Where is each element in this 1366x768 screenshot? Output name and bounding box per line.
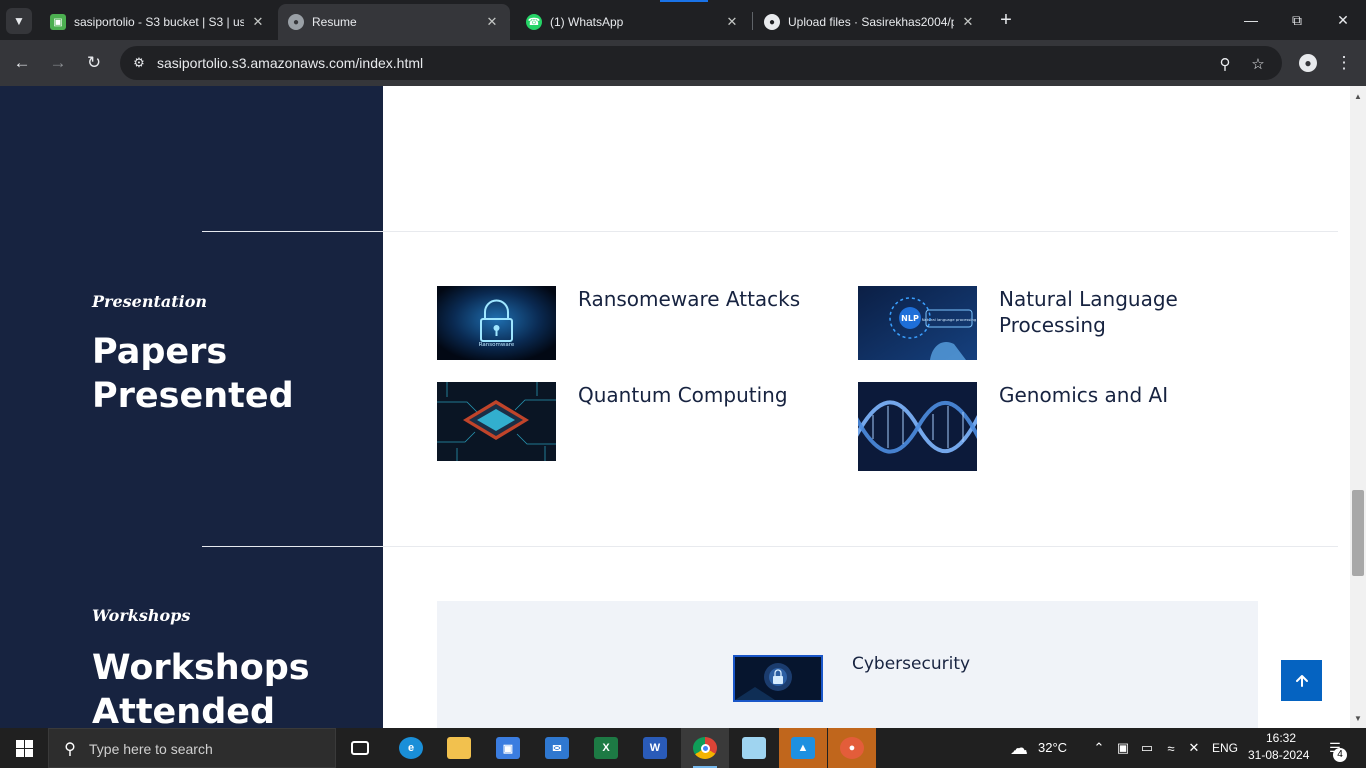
section-divider bbox=[202, 546, 383, 547]
tab-resume[interactable]: ● Resume ✕ bbox=[278, 4, 510, 40]
edge-icon[interactable]: e bbox=[387, 728, 435, 768]
wifi-icon[interactable]: ≈ bbox=[1162, 739, 1180, 757]
genomics-dna-thumbnail[interactable] bbox=[858, 382, 977, 471]
address-bar[interactable]: ⚙ sasiportolio.s3.amazonaws.com/index.ht… bbox=[120, 46, 1282, 80]
url-text[interactable]: sasiportolio.s3.amazonaws.com/index.html bbox=[157, 55, 423, 71]
paper-title-quantum[interactable]: Quantum Computing bbox=[578, 382, 838, 408]
clock-time[interactable]: 16:32 bbox=[1266, 731, 1296, 745]
taskbar-search-placeholder: Type here to search bbox=[89, 741, 213, 757]
zoom-magnifier-icon[interactable]: ⚲ bbox=[1214, 53, 1236, 75]
tab-close-icon[interactable]: ✕ bbox=[484, 14, 500, 30]
windows-start-icon[interactable] bbox=[0, 728, 48, 768]
workshops-heading: Workshops Attended bbox=[92, 648, 310, 728]
site-info-icon[interactable]: ⚙ bbox=[128, 52, 150, 74]
whatsapp-favicon-icon: ☎ bbox=[526, 14, 542, 30]
globe-favicon-icon: ● bbox=[288, 14, 304, 30]
weather-temperature[interactable]: 32°C bbox=[1038, 740, 1067, 755]
tab-close-icon[interactable]: ✕ bbox=[724, 14, 740, 30]
ms-store-icon[interactable]: ▣ bbox=[484, 728, 532, 768]
chevron-up-icon[interactable]: ⌃ bbox=[1090, 739, 1108, 757]
tab-highlight-strip bbox=[660, 0, 708, 2]
notes-app-icon[interactable] bbox=[730, 728, 778, 768]
new-tab-plus-icon[interactable]: + bbox=[994, 8, 1018, 32]
minimize-icon[interactable]: — bbox=[1228, 6, 1274, 34]
clock-date[interactable]: 31-08-2024 bbox=[1248, 748, 1309, 762]
page-viewport: Presentation Papers Presented Ransomware… bbox=[0, 86, 1350, 728]
task-view-icon[interactable] bbox=[336, 728, 384, 768]
tab-title: (1) WhatsApp bbox=[550, 15, 624, 29]
browser-toolbar: ← → ↻ ⚙ sasiportolio.s3.amazonaws.com/in… bbox=[0, 40, 1366, 86]
back-arrow-icon[interactable]: ← bbox=[9, 50, 35, 76]
arrow-up-icon bbox=[1295, 674, 1308, 687]
windows-taskbar: ⚲ Type here to search e ▣ ✉ X W ▲ ● ☁ 32… bbox=[0, 728, 1366, 768]
section-divider bbox=[383, 231, 1338, 232]
scroll-down-arrow-icon[interactable]: ▼ bbox=[1350, 710, 1366, 726]
reload-icon[interactable]: ↻ bbox=[81, 50, 107, 76]
ransomware-thumbnail[interactable]: Ransomware bbox=[437, 286, 556, 360]
page-scrollbar[interactable]: ▲ ▼ bbox=[1350, 86, 1366, 728]
ransomware-label: Ransomware bbox=[479, 342, 515, 348]
paper-title-genomics[interactable]: Genomics and AI bbox=[999, 382, 1259, 408]
notification-count-badge: 4 bbox=[1333, 748, 1347, 762]
nlp-thumbnail[interactable]: NLP Natural language processing bbox=[858, 286, 977, 360]
tab-close-icon[interactable]: ✕ bbox=[960, 14, 976, 30]
nlp-caption-label: Natural language processing bbox=[922, 317, 977, 322]
file-explorer-icon[interactable] bbox=[435, 728, 483, 768]
excel-icon[interactable]: X bbox=[582, 728, 630, 768]
menu-kebab-icon[interactable]: ⋮ bbox=[1331, 50, 1357, 76]
speaker-muted-icon[interactable]: ✕ bbox=[1185, 739, 1203, 757]
restore-icon[interactable]: ⧉ bbox=[1274, 6, 1320, 34]
bookmark-star-icon[interactable]: ☆ bbox=[1247, 53, 1269, 75]
s3-favicon-icon: ▣ bbox=[50, 14, 66, 30]
meet-now-icon[interactable]: ▣ bbox=[1114, 739, 1132, 757]
tab-title: sasiportolio - S3 bucket | S3 | us bbox=[74, 15, 244, 29]
tab-s3-bucket[interactable]: ▣ sasiportolio - S3 bucket | S3 | us ✕ bbox=[40, 4, 276, 40]
section-divider bbox=[383, 546, 1338, 547]
papers-heading: Papers Presented bbox=[92, 332, 294, 416]
github-favicon-icon: ● bbox=[764, 14, 780, 30]
weather-cloud-icon[interactable]: ☁ bbox=[1005, 738, 1033, 758]
scroll-up-arrow-icon[interactable]: ▲ bbox=[1350, 88, 1366, 104]
tab-github-upload[interactable]: ● Upload files · Sasirekhas2004/po ✕ bbox=[754, 4, 986, 40]
photos-icon[interactable]: ▲ bbox=[779, 728, 827, 768]
workshop-card: Cybersecurity bbox=[437, 601, 1258, 728]
quantum-computing-thumbnail[interactable] bbox=[437, 382, 556, 461]
paint-icon[interactable]: ● bbox=[828, 728, 876, 768]
mail-icon[interactable]: ✉ bbox=[533, 728, 581, 768]
tab-search-chevron-icon[interactable]: ▼ bbox=[6, 8, 32, 34]
chrome-icon[interactable] bbox=[681, 728, 729, 768]
cybersecurity-thumbnail[interactable] bbox=[733, 655, 823, 702]
workshops-subtitle: Workshops bbox=[92, 606, 191, 625]
forward-arrow-icon[interactable]: → bbox=[45, 50, 71, 76]
tab-separator bbox=[752, 12, 753, 30]
tab-title: Resume bbox=[312, 15, 357, 29]
workshop-title-cybersecurity[interactable]: Cybersecurity bbox=[852, 654, 970, 674]
nlp-badge-label: NLP bbox=[901, 314, 919, 323]
scrollbar-thumb[interactable] bbox=[1352, 490, 1364, 576]
profile-avatar-icon[interactable]: ● bbox=[1295, 50, 1321, 76]
tab-title: Upload files · Sasirekhas2004/po bbox=[788, 15, 954, 29]
paper-title-nlp[interactable]: Natural Language Processing bbox=[999, 286, 1259, 338]
search-icon: ⚲ bbox=[64, 741, 76, 758]
scroll-to-top-button[interactable] bbox=[1281, 660, 1322, 701]
tab-whatsapp[interactable]: ☎ (1) WhatsApp ✕ bbox=[516, 4, 750, 40]
window-close-icon[interactable]: ✕ bbox=[1320, 6, 1366, 34]
papers-subtitle: Presentation bbox=[92, 292, 207, 311]
paper-title-ransomware[interactable]: Ransomeware Attacks bbox=[578, 286, 838, 312]
language-indicator[interactable]: ENG bbox=[1212, 741, 1238, 755]
battery-icon[interactable]: ▭ bbox=[1138, 739, 1156, 757]
tab-close-icon[interactable]: ✕ bbox=[250, 14, 266, 30]
section-divider bbox=[202, 231, 383, 232]
taskbar-search-box[interactable]: ⚲ Type here to search bbox=[48, 728, 336, 768]
browser-tab-bar: ▼ ▣ sasiportolio - S3 bucket | S3 | us ✕… bbox=[0, 0, 1366, 40]
word-icon[interactable]: W bbox=[631, 728, 679, 768]
